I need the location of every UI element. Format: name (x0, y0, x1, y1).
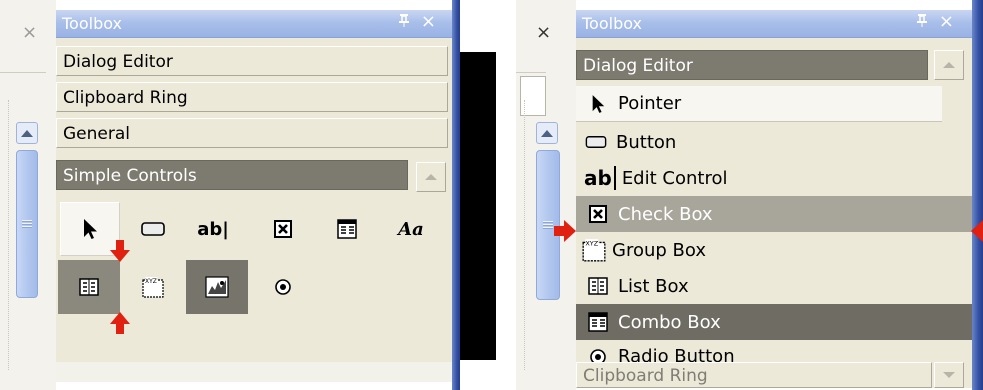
list-item-button[interactable]: Button (576, 124, 942, 160)
outer-close-icon[interactable]: × (22, 22, 37, 43)
left-toolbox-panel: Toolbox × Dialog Editor Clipboard Ring G… (56, 10, 454, 382)
list-item-label: Group Box (612, 239, 706, 261)
group-box-icon: XYZ (582, 239, 606, 262)
scroll-down-arrow-button-right[interactable] (934, 362, 964, 388)
toolbox-title-right: Toolbox (582, 14, 642, 33)
check-box-icon (589, 205, 607, 223)
scroll-thumb[interactable] (16, 150, 38, 298)
list-box-icon (79, 278, 99, 296)
list-item-list-box[interactable]: List Box (576, 268, 942, 304)
list-item-group-box[interactable]: XYZ Group Box (576, 232, 942, 268)
red-arrow-left-marker (971, 220, 983, 242)
radio-button-icon (275, 279, 291, 295)
separator-line (0, 72, 46, 73)
grid-picture-control-tool[interactable] (186, 260, 248, 314)
toolbox-title-bar: Toolbox × (56, 10, 454, 38)
combo-box-icon (337, 219, 357, 239)
grid-combo-box-tool[interactable] (318, 204, 376, 254)
list-item-pointer[interactable]: Pointer (576, 86, 942, 122)
red-arrow-up-marker (110, 312, 130, 334)
left-panel-blue-edge (452, 0, 460, 390)
right-side-strip: × (516, 0, 576, 390)
dotted-guide (8, 100, 9, 370)
edit-control-icon: ab (584, 166, 622, 190)
grid-check-box-tool[interactable] (254, 204, 312, 254)
close-icon[interactable]: × (421, 11, 436, 32)
tab-simple-controls[interactable]: Simple Controls (56, 160, 408, 190)
scroll-up-button-right[interactable] (536, 122, 558, 144)
list-item-check-box[interactable]: Check Box (576, 196, 972, 232)
svg-text:XYZ: XYZ (585, 240, 598, 248)
toolbox-title: Toolbox (62, 14, 122, 33)
list-item-label: Check Box (618, 203, 713, 225)
edit-control-icon: ab| (197, 218, 229, 240)
tab-general[interactable]: General (56, 118, 448, 148)
tab-clipboard-ring-right[interactable]: Clipboard Ring (576, 362, 932, 388)
list-item-label: Pointer (618, 93, 682, 114)
grid-edit-control-tool[interactable]: ab| (184, 204, 242, 254)
list-item-label: Button (616, 131, 677, 153)
list-box-icon (588, 277, 608, 295)
dotted-guide-right (524, 100, 525, 370)
button-icon (585, 136, 607, 148)
black-gap (460, 52, 496, 360)
pin-icon-right[interactable] (916, 13, 928, 31)
red-arrow-right-marker (554, 220, 576, 242)
right-toolbox-panel: Toolbox × Dialog Editor Pointer Button a… (576, 10, 972, 388)
picture-control-icon (205, 276, 229, 298)
list-item-label: Combo Box (618, 311, 721, 333)
scroll-up-arrow-button-right[interactable] (934, 50, 964, 80)
check-box-icon (274, 220, 292, 238)
left-side-strip: × (0, 0, 56, 390)
button-icon (141, 222, 165, 236)
toolbox-title-bar-right: Toolbox × (576, 10, 972, 38)
pin-icon[interactable] (398, 13, 410, 31)
grid-static-text-tool[interactable]: Aa (382, 204, 440, 254)
scroll-up-arrow-button[interactable] (416, 162, 446, 192)
static-text-icon: Aa (398, 218, 424, 240)
grid-button-tool[interactable] (124, 204, 182, 254)
grid-radio-button-tool[interactable] (254, 262, 312, 312)
panel-bottom-strip (56, 362, 454, 382)
scroll-up-button[interactable] (16, 122, 38, 144)
right-panel-blue-edge (972, 0, 983, 390)
close-icon-right[interactable]: × (939, 11, 954, 32)
red-arrow-down-marker (110, 240, 130, 262)
list-item-label: Edit Control (621, 167, 728, 189)
tab-dialog-editor[interactable]: Dialog Editor (56, 46, 448, 76)
grid-group-box-tool[interactable]: XYZ (124, 262, 182, 312)
combo-box-icon (588, 312, 608, 332)
separator-line-right (516, 72, 546, 73)
tab-clipboard-ring[interactable]: Clipboard Ring (56, 82, 448, 112)
tab-dialog-editor-right[interactable]: Dialog Editor (576, 50, 928, 80)
grid-list-box-tool[interactable] (58, 260, 120, 314)
list-item-combo-box[interactable]: Combo Box (576, 304, 972, 340)
list-item-label: List Box (618, 275, 689, 297)
pointer-icon (592, 94, 605, 113)
group-box-icon: XYZ (142, 277, 164, 298)
list-item-edit-control[interactable]: ab Edit Control (576, 160, 942, 196)
svg-text:XYZ: XYZ (145, 278, 157, 285)
pointer-icon (84, 219, 97, 239)
outer-close-icon-right[interactable]: × (536, 22, 551, 43)
